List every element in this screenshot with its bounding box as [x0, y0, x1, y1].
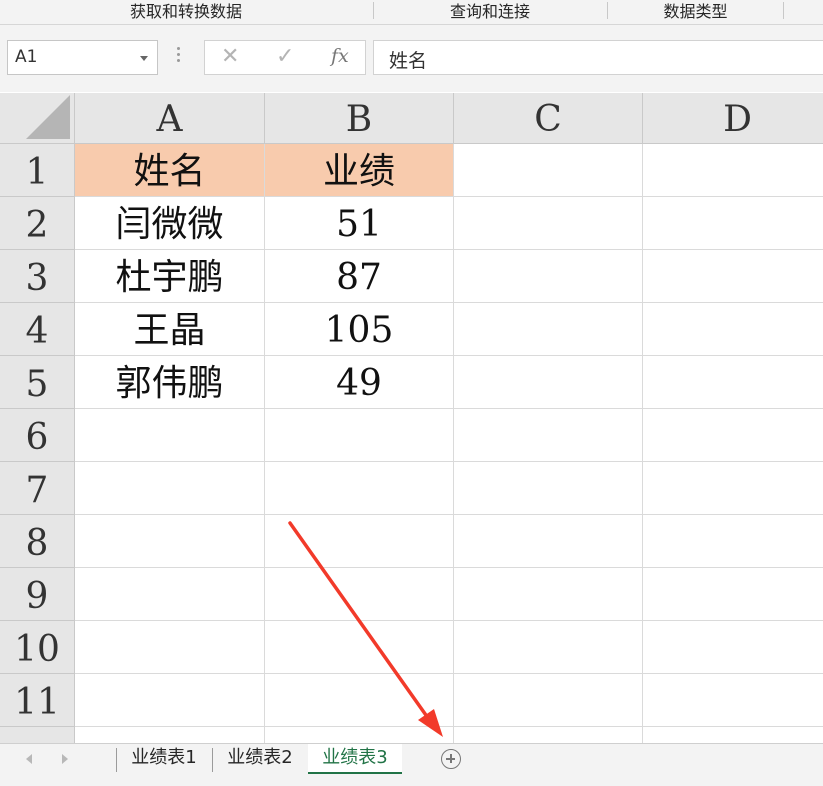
- spreadsheet-grid: A B C D 1 2 3 4 5 6 7 8 9 10 11 姓名 业绩 闫微…: [0, 93, 823, 743]
- cell-c12[interactable]: [454, 727, 643, 743]
- formula-input-value: 姓名: [389, 50, 428, 72]
- sheet-tab-3[interactable]: 业绩表3: [308, 744, 402, 774]
- cell-a8[interactable]: [75, 515, 265, 568]
- cell-a9[interactable]: [75, 568, 265, 621]
- cancel-icon[interactable]: ✕: [221, 44, 239, 69]
- cell-c11[interactable]: [454, 674, 643, 727]
- cell-d7[interactable]: [643, 462, 823, 515]
- tab-separator: [212, 748, 213, 772]
- cell-d2[interactable]: [643, 197, 823, 250]
- formula-bar: A1 ✕ ✓ fx 姓名: [0, 25, 823, 92]
- cell-a5[interactable]: 郭伟鹏: [75, 356, 265, 409]
- cell-c7[interactable]: [454, 462, 643, 515]
- cell-b1[interactable]: 业绩: [265, 144, 454, 197]
- cell-c5[interactable]: [454, 356, 643, 409]
- name-box[interactable]: A1: [7, 40, 158, 75]
- sheet-tab-1[interactable]: 业绩表1: [120, 744, 208, 774]
- ribbon-group-data-types: 数据类型: [663, 2, 728, 21]
- cell-a1[interactable]: 姓名: [75, 144, 265, 197]
- cell-d4[interactable]: [643, 303, 823, 356]
- cell-a6[interactable]: [75, 409, 265, 462]
- cell-b4[interactable]: 105: [265, 303, 454, 356]
- cell-c4[interactable]: [454, 303, 643, 356]
- row-header-9[interactable]: 9: [0, 568, 75, 621]
- cell-d3[interactable]: [643, 250, 823, 303]
- cell-b11[interactable]: [265, 674, 454, 727]
- formula-input[interactable]: 姓名: [373, 40, 823, 75]
- ribbon-group-queries-connections: 查询和连接: [449, 2, 530, 21]
- row-header-11[interactable]: 11: [0, 674, 75, 727]
- column-header-a[interactable]: A: [75, 93, 265, 144]
- more-options-icon[interactable]: [177, 47, 181, 65]
- cell-c2[interactable]: [454, 197, 643, 250]
- cell-c3[interactable]: [454, 250, 643, 303]
- cell-b7[interactable]: [265, 462, 454, 515]
- cell-c6[interactable]: [454, 409, 643, 462]
- select-all-triangle-icon: [26, 95, 70, 139]
- cell-b10[interactable]: [265, 621, 454, 674]
- cell-d6[interactable]: [643, 409, 823, 462]
- chevron-down-icon[interactable]: [140, 56, 148, 61]
- column-header-c[interactable]: C: [454, 93, 643, 144]
- row-header-4[interactable]: 4: [0, 303, 75, 356]
- row-header-7[interactable]: 7: [0, 462, 75, 515]
- row-header-12[interactable]: [0, 727, 75, 743]
- column-header-b[interactable]: B: [265, 93, 454, 144]
- insert-function-icon[interactable]: fx: [331, 45, 349, 67]
- column-header-d[interactable]: D: [643, 93, 823, 144]
- plus-circle-icon[interactable]: [441, 749, 461, 769]
- row-header-3[interactable]: 3: [0, 250, 75, 303]
- cell-a12[interactable]: [75, 727, 265, 743]
- cell-d10[interactable]: [643, 621, 823, 674]
- select-all-button[interactable]: [0, 93, 75, 144]
- cell-a7[interactable]: [75, 462, 265, 515]
- sheet-tab-bar: 业绩表1 业绩表2 业绩表3: [0, 743, 823, 786]
- cell-b3[interactable]: 87: [265, 250, 454, 303]
- cell-c10[interactable]: [454, 621, 643, 674]
- name-box-value: A1: [15, 47, 38, 67]
- row-header-5[interactable]: 5: [0, 356, 75, 409]
- check-icon[interactable]: ✓: [276, 44, 294, 69]
- tab-separator: [116, 748, 117, 772]
- row-header-1[interactable]: 1: [0, 144, 75, 197]
- cell-b9[interactable]: [265, 568, 454, 621]
- cell-b8[interactable]: [265, 515, 454, 568]
- scroll-tabs-left-icon[interactable]: [26, 754, 32, 764]
- cell-c1[interactable]: [454, 144, 643, 197]
- scroll-tabs-right-icon[interactable]: [62, 754, 68, 764]
- ribbon-group-bar: 获取和转换数据 查询和连接 数据类型: [0, 0, 823, 25]
- row-header-10[interactable]: 10: [0, 621, 75, 674]
- cell-d12[interactable]: [643, 727, 823, 743]
- cell-d11[interactable]: [643, 674, 823, 727]
- row-header-8[interactable]: 8: [0, 515, 75, 568]
- cell-b12[interactable]: [265, 727, 454, 743]
- sheet-tab-2[interactable]: 业绩表2: [216, 744, 304, 774]
- cell-a10[interactable]: [75, 621, 265, 674]
- formula-buttons: ✕ ✓ fx: [204, 40, 366, 75]
- cell-d5[interactable]: [643, 356, 823, 409]
- ribbon-group-get-transform-data: 获取和转换数据: [129, 2, 242, 21]
- cell-a11[interactable]: [75, 674, 265, 727]
- cell-a3[interactable]: 杜宇鹏: [75, 250, 265, 303]
- row-header-2[interactable]: 2: [0, 197, 75, 250]
- cell-a4[interactable]: 王晶: [75, 303, 265, 356]
- cell-b2[interactable]: 51: [265, 197, 454, 250]
- row-header-6[interactable]: 6: [0, 409, 75, 462]
- cell-b5[interactable]: 49: [265, 356, 454, 409]
- cell-c9[interactable]: [454, 568, 643, 621]
- ribbon-separator: [783, 2, 784, 19]
- cell-a2[interactable]: 闫微微: [75, 197, 265, 250]
- cell-d9[interactable]: [643, 568, 823, 621]
- cell-d8[interactable]: [643, 515, 823, 568]
- cell-d1[interactable]: [643, 144, 823, 197]
- cell-b6[interactable]: [265, 409, 454, 462]
- cell-c8[interactable]: [454, 515, 643, 568]
